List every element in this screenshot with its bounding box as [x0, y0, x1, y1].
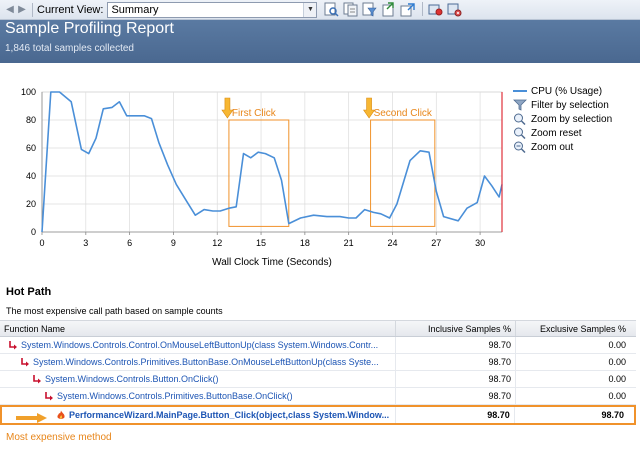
hot-path-table: Function Name Inclusive Samples % Exclus…	[0, 320, 636, 425]
annotation-label-2: Second Click	[374, 108, 433, 119]
table-row[interactable]: System.Windows.Controls.Button.OnClick()…	[0, 371, 636, 388]
zoom-reset-button[interactable]: Zoom reset	[513, 126, 638, 140]
x-tick-label: 18	[300, 238, 310, 248]
function-link[interactable]: System.Windows.Controls.Primitives.Butto…	[33, 354, 379, 370]
call-arrow-icon	[21, 358, 29, 367]
report-header: Sample Profiling Report 1,846 total samp…	[0, 20, 640, 63]
hot-path-title: Hot Path	[6, 286, 52, 298]
table-row[interactable]: System.Windows.Controls.Primitives.Butto…	[0, 354, 636, 371]
y-tick-label: 60	[26, 143, 36, 153]
y-tick-label: 40	[26, 171, 36, 181]
cpu-series-swatch	[513, 90, 527, 92]
column-header-inclusive[interactable]: Inclusive Samples %	[396, 321, 516, 336]
table-row[interactable]: System.Windows.Controls.Primitives.Butto…	[0, 388, 636, 405]
x-tick-label: 6	[127, 238, 132, 248]
save-report-icon[interactable]	[399, 2, 416, 18]
function-cell: System.Windows.Controls.Primitives.Butto…	[0, 354, 396, 370]
filter-icon	[513, 99, 527, 111]
function-link[interactable]: System.Windows.Controls.Control.OnMouseL…	[21, 337, 378, 353]
function-link[interactable]: System.Windows.Controls.Button.OnClick()	[45, 371, 219, 387]
column-header-exclusive[interactable]: Exclusive Samples %	[516, 321, 636, 336]
chevron-down-icon[interactable]: ▼	[303, 2, 317, 17]
legend-label: Zoom by selection	[531, 113, 613, 125]
exclusive-cell: 98.70	[601, 410, 624, 420]
inclusive-cell: 98.70	[396, 371, 516, 387]
zoom-in-icon	[514, 113, 526, 125]
current-view-dropdown[interactable]: Summary ▼	[107, 1, 318, 18]
call-arrow-icon	[33, 375, 41, 384]
x-tick-label: 3	[83, 238, 88, 248]
legend-label: Zoom reset	[531, 127, 582, 139]
x-tick-label: 30	[475, 238, 485, 248]
x-axis-label: Wall Clock Time (Seconds)	[212, 257, 332, 268]
table-row-most-expensive[interactable]: PerformanceWizard.MainPage.Button_Click(…	[0, 405, 636, 425]
x-tick-label: 24	[387, 238, 397, 248]
page-title: Sample Profiling Report	[5, 20, 174, 37]
sample-count: 1,846 total samples collected	[5, 43, 134, 54]
chart-legend: CPU (% Usage) Filter by selection Zoom b…	[513, 84, 638, 154]
current-view-label: Current View:	[37, 3, 104, 16]
exclusive-cell: 0.00	[608, 340, 626, 350]
y-tick-label: 80	[26, 115, 36, 125]
toolbar-separator	[422, 1, 424, 16]
inclusive-cell: 98.70	[396, 354, 516, 370]
exclusive-cell: 0.00	[608, 357, 626, 367]
launch-profiling-icon[interactable]	[427, 2, 444, 18]
zoom-out-button[interactable]: Zoom out	[513, 140, 638, 154]
function-cell: PerformanceWizard.MainPage.Button_Click(…	[2, 407, 396, 423]
annotation-label-1: First Click	[232, 108, 277, 119]
report-filter-icon[interactable]	[361, 2, 378, 18]
current-view-value: Summary	[111, 3, 159, 16]
table-row[interactable]: System.Windows.Controls.Control.OnMouseL…	[0, 337, 636, 354]
function-link[interactable]: System.Windows.Controls.Primitives.Butto…	[57, 388, 293, 404]
x-tick-label: 15	[256, 238, 266, 248]
exclusive-cell: 0.00	[608, 374, 626, 384]
function-link[interactable]: PerformanceWizard.MainPage.Button_Click(…	[69, 407, 389, 423]
most-expensive-caption: Most expensive method	[6, 432, 112, 443]
inclusive-cell: 98.70	[396, 388, 516, 404]
toolbar-separator	[32, 2, 33, 17]
inclusive-cell: 98.70	[396, 337, 516, 353]
callout-arrow-icon	[16, 413, 47, 423]
x-tick-label: 0	[39, 238, 44, 248]
legend-label: Zoom out	[531, 141, 574, 153]
call-arrow-icon	[9, 341, 17, 350]
table-header: Function Name Inclusive Samples % Exclus…	[0, 320, 636, 337]
export-report-icon[interactable]	[380, 2, 397, 18]
flame-hot-icon	[57, 410, 65, 419]
inclusive-cell: 98.70	[396, 407, 515, 423]
compare-report-icon[interactable]	[342, 2, 359, 18]
function-cell: System.Windows.Controls.Control.OnMouseL…	[0, 337, 396, 353]
hot-path-description: The most expensive call path based on sa…	[6, 306, 223, 316]
zoom-out-icon	[514, 141, 526, 153]
profiling-report-window: ◀ ▶ Current View: Summary ▼ Sample Profi…	[0, 0, 640, 460]
legend-item-cpu[interactable]: CPU (% Usage)	[513, 84, 638, 98]
x-tick-label: 27	[431, 238, 441, 248]
function-cell: System.Windows.Controls.Button.OnClick()	[0, 371, 396, 387]
exclusive-cell: 0.00	[608, 391, 626, 401]
y-tick-label: 0	[31, 227, 36, 237]
zoom-by-selection-button[interactable]: Zoom by selection	[513, 112, 638, 126]
legend-label: Filter by selection	[531, 99, 609, 111]
y-tick-label: 20	[26, 199, 36, 209]
toolbar-icons	[323, 1, 465, 18]
filter-by-selection-button[interactable]: Filter by selection	[513, 98, 638, 112]
search-report-icon[interactable]	[323, 2, 340, 18]
column-header-function[interactable]: Function Name	[0, 321, 396, 336]
function-cell: System.Windows.Controls.Primitives.Butto…	[0, 388, 396, 404]
x-tick-label: 21	[344, 238, 354, 248]
zoom-reset-icon	[514, 127, 526, 139]
x-tick-label: 12	[212, 238, 222, 248]
call-arrow-icon	[45, 392, 53, 401]
y-tick-label: 100	[21, 87, 36, 97]
x-tick-label: 9	[171, 238, 176, 248]
toolbar: ◀ ▶ Current View: Summary ▼	[0, 0, 640, 20]
forward-arrow-icon[interactable]: ▶	[16, 3, 28, 17]
legend-label: CPU (% Usage)	[531, 85, 603, 97]
settings-icon[interactable]	[446, 2, 463, 18]
back-arrow-icon[interactable]: ◀	[4, 3, 16, 17]
